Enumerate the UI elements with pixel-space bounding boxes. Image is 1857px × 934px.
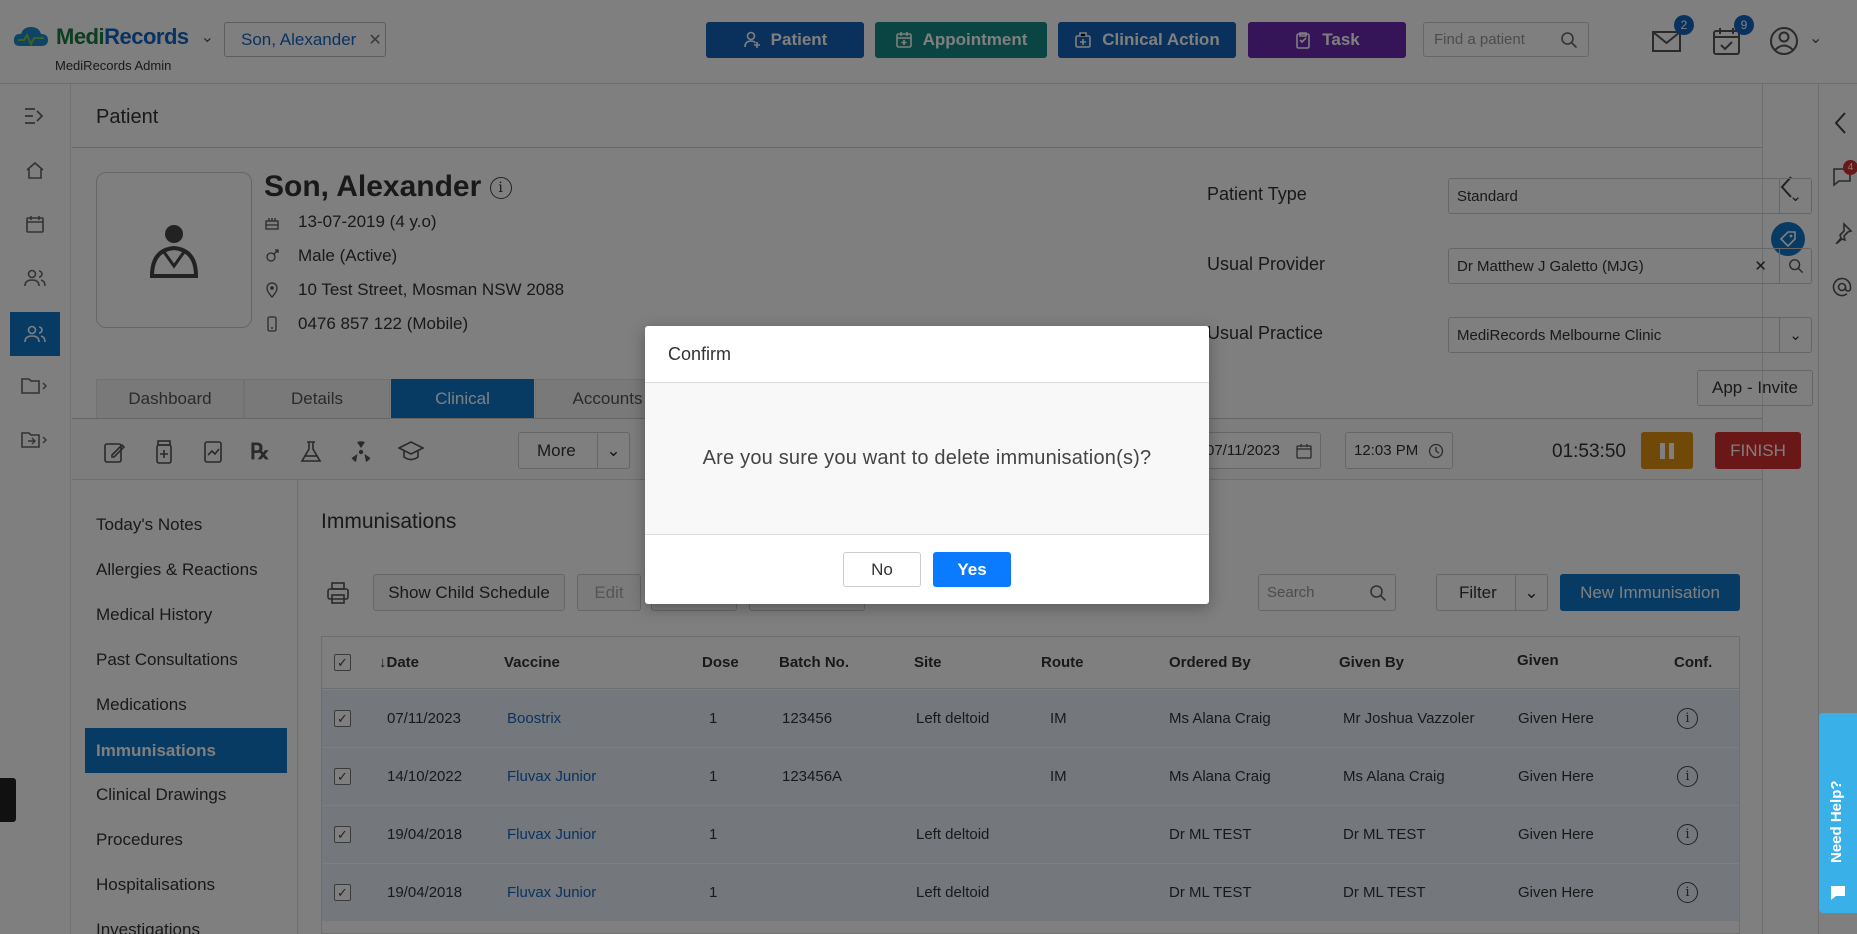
dialog-footer: No Yes [645, 535, 1209, 604]
dialog-message: Are you sure you want to delete immunisa… [645, 383, 1209, 535]
chat-bubble-icon [1831, 886, 1845, 900]
need-help-tab[interactable]: Need Help? [1819, 713, 1857, 913]
confirm-dialog: Confirm Are you sure you want to delete … [645, 326, 1209, 604]
dialog-header: Confirm [645, 326, 1209, 383]
yes-button[interactable]: Yes [933, 552, 1011, 587]
need-help-label: Need Help? [1828, 780, 1845, 863]
dialog-title: Confirm [668, 344, 732, 364]
no-button[interactable]: No [843, 552, 921, 587]
